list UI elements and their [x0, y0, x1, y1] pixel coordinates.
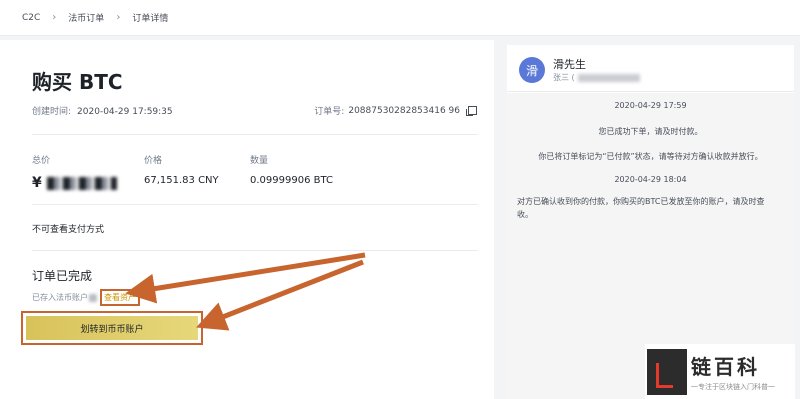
avatar: 滑 [519, 57, 545, 83]
copy-icon[interactable] [466, 105, 477, 116]
transfer-button-highlight: 划转到币币账户 [21, 311, 203, 345]
chat-message: 对方已确认收到你的付款，你购买的BTC已发放至你的账户，请及时查收。 [517, 197, 765, 219]
order-number-value: 20887530282853416 96 [348, 105, 460, 116]
divider [32, 134, 478, 135]
order-number-label: 订单号: [314, 107, 345, 117]
counterparty-realname: 张三 ( [553, 73, 575, 82]
order-status-sub: 已存入法币账户 查看资产 [32, 289, 140, 306]
order-number: 订单号: 20887530282853416 96 [314, 104, 477, 117]
watermark-logo [647, 348, 687, 395]
chevron-right-icon: › [116, 12, 121, 23]
counterparty-subtitle: 张三 ( [553, 72, 640, 83]
transfer-to-spot-button[interactable]: 划转到币币账户 [26, 316, 198, 340]
watermark-subtitle: 一专注于区块链入门科普一 [691, 383, 775, 391]
total-price-value: ¥ [32, 175, 117, 191]
order-detail-panel: 购买 BTC 创建时间: 2020-04-29 17:59:35 订单号: 208… [0, 40, 494, 399]
quantity-value: 0.09999906 BTC [250, 175, 333, 186]
breadcrumb: C2C › 法币订单 › 订单详情 [0, 0, 800, 36]
breadcrumb-c2c[interactable]: C2C [22, 13, 40, 23]
chat-timestamp: 2020-04-29 17:59 [614, 101, 687, 110]
divider [32, 250, 478, 251]
unit-price-label: 价格 [144, 156, 163, 166]
quantity-label: 数量 [250, 156, 269, 166]
created-time-value: 2020-04-29 17:59:35 [77, 107, 173, 117]
created-time: 创建时间: 2020-04-29 17:59:35 [32, 104, 173, 117]
divider [32, 204, 478, 205]
blurred-amount [46, 176, 117, 190]
watermark-title: 链百科 [691, 355, 760, 379]
blurred-text [577, 73, 640, 82]
counterparty-name: 滑先生 [553, 58, 586, 71]
chat-system-message: 您已成功下单，请及时付款。 [598, 127, 703, 136]
quantity: 数量 0.09999906 BTC [250, 153, 333, 186]
chat-system-message: 你已将订单标记为“已付款”状态，请等待对方确认收款并放行。 [538, 152, 763, 161]
total-price-prefix: ¥ [32, 175, 43, 191]
chat-timestamp: 2020-04-29 18:04 [614, 175, 687, 184]
created-time-label: 创建时间: [32, 107, 72, 117]
chat-header: 滑 滑先生 张三 ( [507, 45, 794, 92]
order-status-title: 订单已完成 [32, 269, 93, 283]
page-title: 购买 BTC [32, 70, 123, 94]
unit-price: 价格 67,151.83 CNY [144, 153, 219, 186]
watermark: 链百科 一专注于区块链入门科普一 [645, 344, 795, 399]
unit-price-value: 67,151.83 CNY [144, 175, 219, 186]
total-price-label: 总价 [32, 156, 51, 166]
breadcrumb-fiat-orders[interactable]: 法币订单 [68, 11, 104, 24]
breadcrumb-order-detail: 订单详情 [132, 14, 169, 24]
total-price: 总价 ¥ [32, 153, 117, 191]
payment-method-note: 不可查看支付方式 [32, 225, 105, 235]
blurred-text [89, 293, 97, 302]
status-sub-text: 已存入法币账户 [32, 293, 88, 302]
view-assets-link[interactable]: 查看资产 [100, 289, 140, 306]
chevron-right-icon: › [52, 12, 57, 23]
